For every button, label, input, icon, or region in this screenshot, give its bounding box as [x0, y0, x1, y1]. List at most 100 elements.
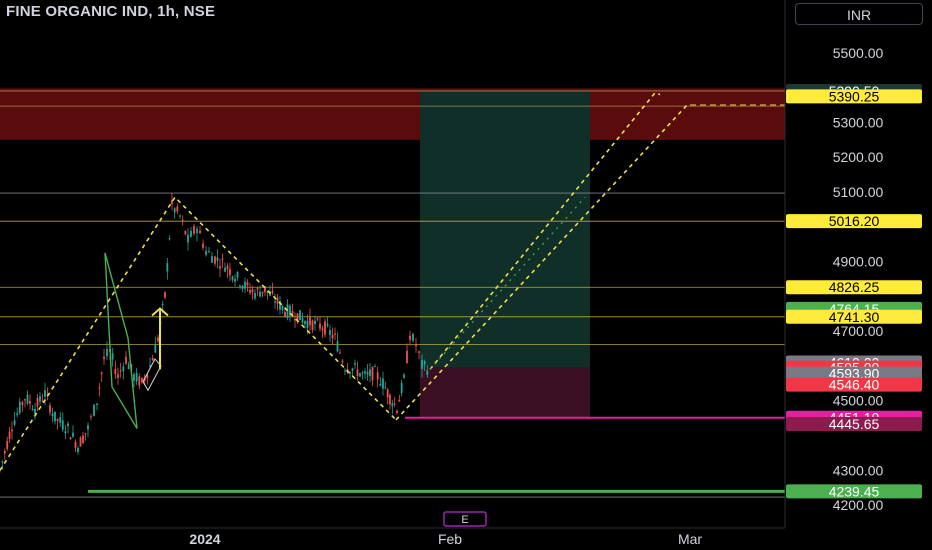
- candle-body: [354, 363, 356, 365]
- candle-body: [374, 366, 376, 368]
- candle-body: [393, 403, 396, 405]
- candle-body: [403, 374, 405, 378]
- price-tag-label: 4826.25: [829, 279, 880, 295]
- candle-body: [379, 383, 382, 386]
- chart-container[interactable]: 5500.00 5300.00 5200.00 5100.00 4900.00 4700.…: [0, 0, 932, 550]
- candle-body: [11, 429, 13, 432]
- candle-body: [234, 278, 236, 282]
- candle-body: [423, 361, 426, 365]
- candle-body: [8, 431, 11, 439]
- candle-body: [386, 389, 389, 398]
- candle-body: [74, 441, 77, 448]
- candle-body: [316, 318, 319, 320]
- candle-body: [67, 423, 69, 427]
- candle-body: [254, 292, 256, 299]
- candle-body: [133, 374, 135, 381]
- candle-body: [361, 372, 364, 374]
- candle-body: [249, 289, 251, 293]
- candle-body: [6, 440, 9, 450]
- candle-body: [412, 334, 414, 341]
- candle-body: [306, 320, 309, 329]
- candle-body: [221, 258, 224, 260]
- candle-body: [406, 350, 408, 364]
- candle-body: [344, 370, 346, 372]
- candle-body: [281, 305, 284, 310]
- candle-body: [371, 367, 374, 381]
- chart-title: FINE ORGANIC IND, 1h, NSE: [6, 3, 216, 20]
- candle-body: [199, 230, 201, 234]
- candle-body: [326, 323, 329, 326]
- candle-body: [311, 320, 314, 331]
- yellow-wave-line: [0, 195, 397, 471]
- candle-body: [364, 371, 366, 374]
- candle-body: [90, 416, 92, 418]
- candle-body: [329, 330, 331, 336]
- candle-body: [376, 372, 379, 380]
- candle-body: [256, 288, 259, 290]
- y-tick-label: 4900.00: [833, 254, 884, 270]
- candle-body: [138, 376, 141, 386]
- candle-body: [246, 282, 249, 286]
- y-tick-label: 4300.00: [833, 462, 884, 478]
- candle-body: [336, 341, 339, 352]
- y-tick-label: 5500.00: [833, 45, 884, 61]
- candle-body: [224, 267, 226, 272]
- candle-body: [389, 394, 391, 405]
- candle-body: [41, 400, 44, 402]
- candle-body: [321, 328, 324, 331]
- candle-body: [239, 285, 241, 287]
- candle-body: [69, 437, 72, 440]
- price-tag-label: 4239.45: [829, 483, 880, 499]
- position-stop-area: [420, 367, 590, 418]
- candle-body: [216, 257, 219, 261]
- candle-body: [1, 461, 4, 463]
- candle-body: [16, 413, 19, 416]
- candle-body: [208, 251, 210, 253]
- candle-body: [286, 304, 289, 319]
- candle-body: [168, 238, 171, 240]
- candle-body: [72, 432, 74, 437]
- candle-body: [382, 378, 384, 389]
- candle-body: [409, 335, 411, 340]
- candle-body: [339, 352, 341, 354]
- y-tick-label: 5200.00: [833, 149, 884, 165]
- candle-body: [59, 417, 62, 423]
- candle-body: [259, 291, 261, 297]
- candle-body: [193, 226, 195, 234]
- resistance-zone: [0, 88, 785, 140]
- candle-body: [36, 397, 39, 407]
- price-chart[interactable]: 5500.00 5300.00 5200.00 5100.00 4900.00 4700.…: [0, 0, 932, 550]
- candle-body: [421, 359, 423, 370]
- candle-body: [13, 420, 16, 425]
- candle-body: [351, 368, 354, 371]
- candle-body: [39, 396, 41, 402]
- white-diamond-shape: [142, 358, 162, 392]
- candle-body: [190, 231, 192, 237]
- candle-body: [356, 369, 359, 377]
- candle-body: [82, 435, 84, 444]
- candle-body: [3, 450, 6, 454]
- candle-body: [341, 360, 344, 363]
- candle-body: [324, 321, 326, 335]
- candle-body: [127, 364, 130, 369]
- candle-body: [214, 256, 216, 264]
- candle-body: [154, 344, 157, 353]
- candle-body: [166, 263, 169, 272]
- candle-body: [49, 405, 51, 413]
- y-tick-label: 4200.00: [833, 497, 884, 513]
- currency-selector[interactable]: INR: [795, 3, 923, 25]
- x-tick-label: Mar: [678, 531, 702, 547]
- candle-body: [54, 411, 56, 422]
- candle-body: [106, 349, 108, 357]
- candle-body: [84, 433, 87, 435]
- candle-body: [226, 265, 229, 270]
- time-axis-panel: [0, 528, 932, 550]
- candle-body: [157, 337, 159, 342]
- candle-body: [114, 369, 117, 375]
- candle-body: [202, 243, 204, 248]
- candle-body: [181, 219, 184, 222]
- candle-body: [164, 292, 166, 298]
- candle-body: [205, 250, 207, 255]
- y-tick-label: 4500.00: [833, 393, 884, 409]
- candle-body: [98, 387, 101, 389]
